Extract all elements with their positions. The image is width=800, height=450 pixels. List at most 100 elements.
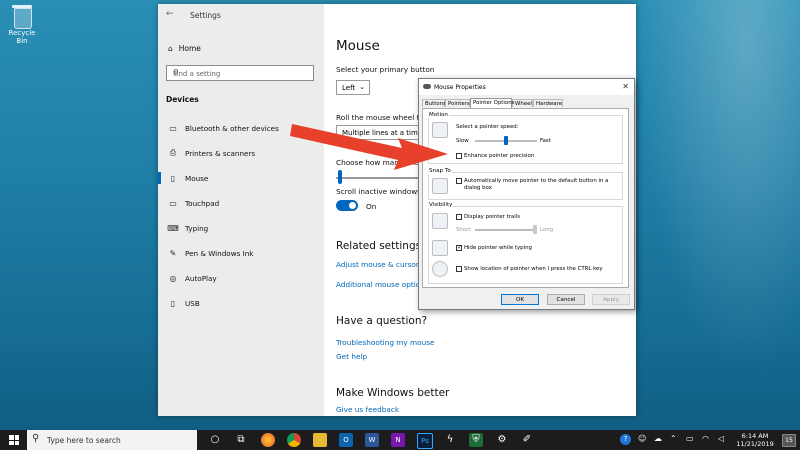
sidebar-item-label: Mouse [185,173,209,183]
cloud-icon[interactable]: ☁ [654,434,662,443]
primary-button-label: Select your primary button [336,65,435,74]
back-arrow-icon[interactable]: ← [166,9,174,19]
sidebar-item-label: Pen & Windows Ink [185,248,254,258]
tab-hardware[interactable]: Hardware [533,99,563,107]
snap-to-icon [432,178,448,194]
lightning-app-icon[interactable]: ϟ [443,433,457,447]
scroll-inactive-toggle[interactable] [336,200,358,211]
sidebar-item-typing[interactable]: ⌨ Typing [158,217,324,239]
firefox-icon[interactable] [261,433,275,447]
apply-button[interactable]: Apply [592,294,630,305]
feedback-link[interactable]: Give us feedback [336,405,399,414]
mouse-icon: ▯ [170,173,176,183]
file-explorer-icon[interactable] [313,433,327,447]
chrome-icon[interactable] [287,433,301,447]
scroll-inactive-label: Scroll inactive windows w [336,187,430,196]
taskbar-search[interactable]: ⚲ Type here to search [27,430,197,450]
tab-wheel[interactable]: Wheel [512,99,533,107]
wifi-icon[interactable]: ◠ [702,434,709,443]
home-label: Home [178,44,201,53]
windows-start-icon[interactable] [9,435,19,445]
sidebar-item-usb[interactable]: ▯ USB [158,292,324,314]
make-windows-better-heading: Make Windows better [336,387,450,399]
cancel-button[interactable]: Cancel [547,294,585,305]
help-icon[interactable]: ? [620,434,631,445]
settings-gear-icon[interactable]: ⚙ [495,433,509,447]
speed-label: Select a pointer speed: [456,124,519,130]
keyboard-icon: ⌨ [167,223,179,233]
sidebar-item-label: Bluetooth & other devices [185,123,279,133]
notification-icon[interactable]: 15 [782,434,796,447]
hide-pointer-checkbox[interactable] [456,244,462,251]
wallpaper-highlight [620,0,800,430]
close-icon[interactable]: ✕ [622,82,629,91]
photoshop-icon[interactable]: Ps [417,433,433,449]
related-settings-heading: Related settings [336,240,422,252]
sidebar-item-label: Printers & scanners [185,148,256,158]
people-icon[interactable]: ☺ [638,434,646,443]
recycle-bin-label: Recycle Bin [8,29,36,45]
find-setting-input[interactable]: Find a setting ⚲ [166,65,314,81]
tab-pointers[interactable]: Pointers [445,99,470,107]
sidebar-item-pen[interactable]: ✎ Pen & Windows Ink [158,242,324,264]
sidebar-item-touchpad[interactable]: ▭ Touchpad [158,192,324,214]
tab-pointer-options[interactable]: Pointer Options [470,98,514,108]
word-icon[interactable]: W [365,433,379,447]
dialog-title: Mouse Properties [434,84,486,91]
red-arrow-annotation [290,124,448,170]
chevron-up-icon[interactable]: ⌃ [670,434,677,443]
search-icon: ⚲ [32,433,40,444]
pointer-trails-checkbox[interactable] [456,214,462,220]
touchpad-icon: ▭ [169,198,177,208]
page-title: Mouse [336,38,380,54]
ok-button[interactable]: OK [501,294,539,305]
clock-time: 6:14 AM [741,432,769,440]
outlook-icon[interactable]: O [339,433,353,447]
task-view-icon[interactable]: ⧉ [234,433,248,447]
fast-label: Fast [540,138,551,144]
pen-icon: ✎ [169,248,177,258]
taskbar-search-placeholder: Type here to search [47,436,121,445]
pen-app-icon[interactable]: ✐ [520,433,534,447]
recycle-bin-desktop-icon[interactable]: Recycle Bin [2,4,42,45]
mouse-icon [423,84,431,89]
pointer-trails-label: Display pointer trails [464,214,521,220]
recycle-bin-icon [11,4,33,29]
pointer-trails-icon [432,213,448,229]
toggle-state-label: On [366,202,377,211]
home-icon: ⌂ [168,44,173,53]
get-help-link[interactable]: Get help [336,352,367,361]
sidebar-item-autoplay[interactable]: ◎ AutoPlay [158,267,324,289]
mouse-properties-dialog: Mouse Properties ✕ Buttons Pointers Poin… [418,78,635,310]
adjust-cursor-link[interactable]: Adjust mouse & cursor s [336,260,425,269]
additional-mouse-options-link[interactable]: Additional mouse option [336,280,425,289]
snap-to-label: Automatically move pointer to the defaul… [464,178,609,191]
show-location-icon [432,261,448,277]
battery-icon[interactable]: ▭ [686,434,694,443]
onenote-icon[interactable]: N [391,433,405,447]
section-heading: Devices [166,95,199,104]
volume-icon[interactable]: ◁ [718,434,724,443]
hide-pointer-icon [432,240,448,256]
snap-to-checkbox[interactable] [456,178,462,184]
taskbar-clock[interactable]: 6:14 AM 11/21/2019 [735,432,775,448]
sidebar-item-label: AutoPlay [185,273,217,283]
sidebar-home[interactable]: ⌂ Home [168,44,201,53]
trails-slider-thumb[interactable] [533,225,537,234]
long-label: Long [540,227,554,233]
cortana-icon[interactable]: ○ [208,433,222,447]
primary-button-select[interactable]: Left ⌄ [336,80,370,95]
speed-slider-thumb[interactable] [504,136,508,145]
show-location-checkbox[interactable] [456,266,462,272]
taskbar: ⚲ Type here to search ○ ⧉ O W N Ps ϟ ⛨ ⚙… [0,430,800,450]
primary-button-value: Left [342,84,356,92]
chevron-down-icon: ⌄ [359,83,365,91]
trails-slider-track[interactable] [475,229,537,231]
troubleshooting-link[interactable]: Troubleshooting my mouse [336,338,435,347]
search-icon: ⚲ [173,68,179,77]
security-shield-icon[interactable]: ⛨ [469,433,483,447]
tab-buttons[interactable]: Buttons [422,99,446,107]
usb-icon: ▯ [170,298,176,308]
sidebar-item-label: Touchpad [185,198,220,208]
autoplay-icon: ◎ [169,273,177,283]
